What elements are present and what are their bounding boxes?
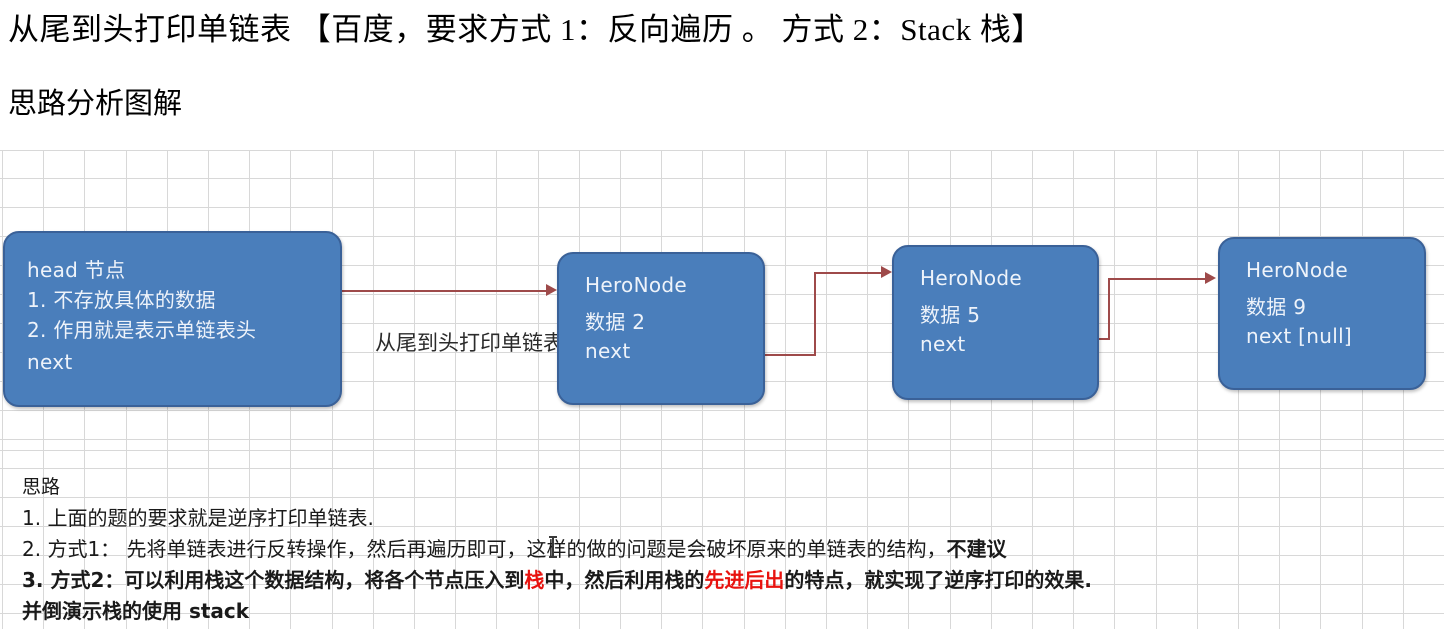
- node-2-line-type: HeroNode: [585, 273, 687, 297]
- arrow-node2-to-node3-segment-v: [814, 272, 816, 356]
- notes-item-3-text-a: 3. 方式2：可以利用栈这个数据结构，将各个节点压入到: [22, 568, 525, 592]
- notes-item-4: 并倒演示栈的使用 stack: [22, 599, 250, 623]
- notes-item-2-emphasis: 不建议: [946, 537, 1007, 561]
- notes-item-2-text: 2. 方式1： 先将单链表进行反转操作，然后再遍历即可，这样的做的问题是会破坏原…: [22, 537, 947, 561]
- node-4-line-next: next [null]: [1246, 324, 1353, 348]
- notes-item-3-text-c: 的特点，就实现了逆序打印的效果.: [784, 568, 1093, 592]
- node-3-line-data: 数据 5: [920, 303, 981, 327]
- node-head-line-next: next: [27, 350, 73, 374]
- node-4-line-data: 数据 9: [1246, 295, 1307, 319]
- node-2-line-next: next: [585, 339, 631, 363]
- page-subtitle: 思路分析图解: [8, 88, 183, 120]
- notes-item-3-highlight-lifo: 先进后出: [704, 568, 785, 592]
- node-head-line-1: 1. 不存放具体的数据: [27, 288, 216, 312]
- diagram-node-3[interactable]: HeroNode 数据 5 next: [892, 245, 1099, 400]
- node-3-line-type: HeroNode: [920, 266, 1022, 290]
- diagram-node-head[interactable]: head 节点 1. 不存放具体的数据 2. 作用就是表示单链表头 next: [3, 231, 342, 407]
- page-title: 从尾到头打印单链表 【百度，要求方式 1：反向遍历 。 方式 2：Stack 栈…: [8, 12, 1043, 47]
- notes-item-1: 1. 上面的题的要求就是逆序打印单链表.: [22, 506, 374, 530]
- node-4-line-type: HeroNode: [1246, 258, 1348, 282]
- arrow-node2-to-node3-segment-h2: [814, 272, 884, 274]
- notes-title: 思路: [22, 476, 61, 498]
- notes-item-3-text-b: 中，然后利用栈的: [544, 568, 705, 592]
- spreadsheet-canvas[interactable]: 从尾到头打印单链表 head 节点 1. 不存放具体的数据 2. 作用就是表示单…: [0, 150, 1444, 629]
- grid-line-horizontal: [0, 450, 1444, 451]
- grid-line-horizontal: [0, 150, 1444, 151]
- text-cursor-icon: [549, 536, 557, 558]
- notes-item-2: 2. 方式1： 先将单链表进行反转操作，然后再遍历即可，这样的做的问题是会破坏原…: [22, 533, 1422, 562]
- grid-line-horizontal: [0, 178, 1444, 179]
- arrow-head-to-node2-segment-h2: [326, 290, 548, 292]
- notes-block: 思路 1. 上面的题的要求就是逆序打印单链表. 2. 方式1： 先将单链表进行反…: [22, 472, 1422, 624]
- node-head-line-title: head 节点: [27, 258, 126, 282]
- arrow-head-to-node2-arrowhead: [546, 284, 557, 296]
- node-3-line-next: next: [920, 332, 966, 356]
- grid-line-horizontal: [0, 207, 1444, 208]
- node-2-line-data: 数据 2: [585, 310, 646, 334]
- document-heading-block: 从尾到头打印单链表 【百度，要求方式 1：反向遍历 。 方式 2：Stack 栈…: [0, 0, 1444, 150]
- grid-line-horizontal: [0, 439, 1444, 440]
- arrow-node3-to-node4-arrowhead: [1205, 272, 1216, 284]
- arrow-node3-to-node4-segment-h2: [1108, 278, 1208, 280]
- grid-line-horizontal: [0, 410, 1444, 411]
- diagram-node-4[interactable]: HeroNode 数据 9 next [null]: [1218, 237, 1426, 390]
- arrow-node3-to-node4-segment-v: [1108, 278, 1110, 340]
- diagram-node-2[interactable]: HeroNode 数据 2 next: [557, 252, 765, 405]
- arrow-node2-to-node3-arrowhead: [881, 266, 892, 278]
- notes-item-3-highlight-stack: 栈: [524, 568, 545, 592]
- node-head-line-2: 2. 作用就是表示单链表头: [27, 318, 257, 342]
- grid-line-horizontal: [0, 468, 1444, 469]
- notes-item-3: 3. 方式2：可以利用栈这个数据结构，将各个节点压入到栈中，然后利用栈的先进后出…: [22, 564, 1422, 593]
- diagram-title: 从尾到头打印单链表: [375, 331, 564, 355]
